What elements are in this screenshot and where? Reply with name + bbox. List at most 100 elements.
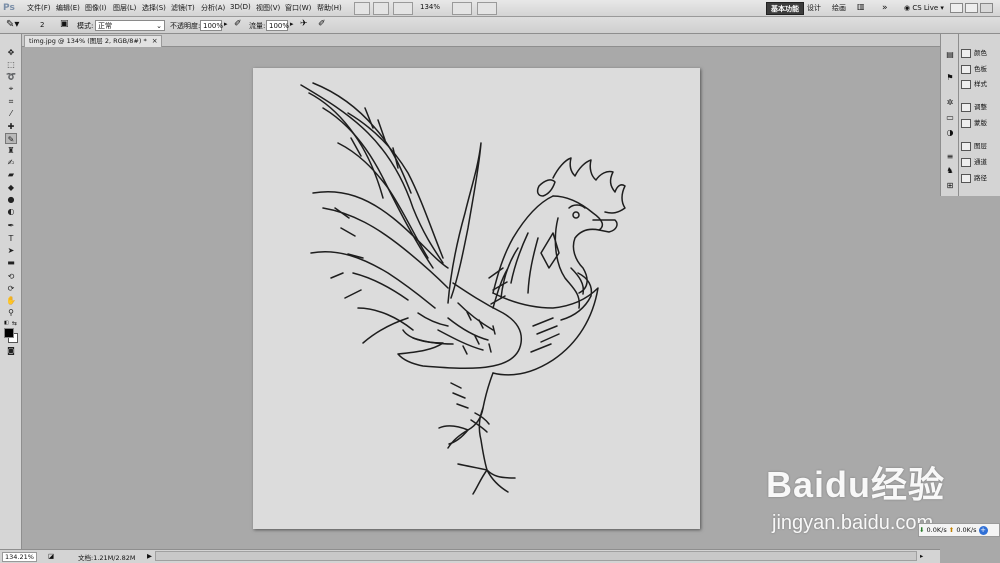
menu-file[interactable]: 文件(F): [27, 3, 51, 13]
brush-size-value[interactable]: 2: [40, 21, 44, 29]
document-tab-bar: timg.jpg @ 134% (图层 2, RGB/8#) * ×: [22, 34, 940, 47]
scroll-right-icon[interactable]: ▸: [920, 552, 923, 560]
info-panel-icon[interactable]: ◑: [944, 127, 956, 138]
pen-tool-icon[interactable]: ✒: [5, 220, 17, 231]
eraser-tool-icon[interactable]: ▰: [5, 169, 17, 180]
menu-help[interactable]: 帮助(H): [317, 3, 342, 13]
document-size-info: 文档:1.21M/2.82M: [78, 554, 136, 562]
menu-select[interactable]: 选择(S): [142, 3, 166, 13]
workspace-essentials[interactable]: 基本功能: [766, 2, 804, 15]
mode-label: 模式:: [77, 22, 94, 30]
panel-styles[interactable]: 样式: [961, 78, 999, 91]
3d-rotate-tool-icon[interactable]: ⟲: [5, 271, 17, 282]
path-selection-tool-icon[interactable]: ➤: [5, 245, 17, 256]
mini-bridge-icon[interactable]: [373, 2, 389, 15]
swatches-panel-icon: [961, 64, 971, 74]
opacity-input[interactable]: 100%: [200, 20, 223, 31]
document-tab[interactable]: timg.jpg @ 134% (图层 2, RGB/8#) * ×: [24, 35, 162, 47]
paths-panel-icon: [961, 173, 971, 183]
brush-panel-icon[interactable]: ▣: [60, 19, 69, 29]
close-icon[interactable]: ×: [151, 37, 159, 45]
menu-image[interactable]: 图像(I): [85, 3, 107, 13]
move-tool-icon[interactable]: ✥: [5, 47, 17, 58]
type-tool-icon[interactable]: T: [5, 233, 17, 244]
zoom-level-dropdown[interactable]: 134%: [420, 3, 440, 11]
workspace-design[interactable]: 设计: [803, 2, 825, 15]
tool-presets-icon[interactable]: ⊞: [944, 180, 956, 191]
eyedropper-tool-icon[interactable]: ⁄: [5, 108, 17, 119]
bridge-icon[interactable]: [354, 2, 370, 15]
menu-filter[interactable]: 滤镜(T): [171, 3, 195, 13]
flow-slider-arrow-icon[interactable]: ▸: [290, 20, 294, 28]
horizontal-scrollbar[interactable]: [155, 551, 917, 561]
menu-layer[interactable]: 图层(L): [113, 3, 136, 13]
healing-brush-tool-icon[interactable]: ✚: [5, 121, 17, 132]
lasso-tool-icon[interactable]: ➰: [5, 71, 17, 82]
minimize-button[interactable]: [950, 3, 963, 13]
workspace-painting[interactable]: 绘画: [828, 2, 850, 15]
more-workspaces-icon[interactable]: »: [878, 2, 892, 15]
flow-input[interactable]: 100%: [266, 20, 289, 31]
marquee-tool-icon[interactable]: ⬚: [5, 59, 17, 70]
pen-pressure-size-icon[interactable]: ✐: [318, 19, 326, 29]
menu-window[interactable]: 窗口(W): [285, 3, 311, 13]
rooster-line-drawing: [300, 82, 626, 495]
dodge-tool-icon[interactable]: ◐: [5, 206, 17, 217]
panel-channels[interactable]: 通道: [961, 156, 999, 169]
hand-tool-icon[interactable]: ✋: [5, 295, 17, 306]
mode-select[interactable]: 正常 ⌄: [95, 20, 165, 31]
panel-color[interactable]: 颜色: [961, 47, 999, 60]
crop-tool-icon[interactable]: ⌗: [5, 96, 17, 107]
history-brush-tool-icon[interactable]: ✍: [5, 157, 17, 168]
menu-3d[interactable]: 3D(D): [230, 3, 251, 11]
menu-analysis[interactable]: 分析(A): [201, 3, 225, 13]
status-bar-icon[interactable]: ◪: [48, 552, 54, 560]
default-colors-icon[interactable]: ◧: [4, 320, 10, 326]
history-panel-icon[interactable]: ▤: [944, 49, 956, 60]
panel-masks[interactable]: 蒙版: [961, 117, 999, 130]
styles-panel-icon: [961, 79, 971, 89]
brush-tool-preset-icon[interactable]: ✎▾: [6, 19, 19, 30]
document-image[interactable]: [253, 68, 700, 529]
3d-orbit-tool-icon[interactable]: ⟳: [5, 283, 17, 294]
clone-stamp-tool-icon[interactable]: ♜: [5, 145, 17, 156]
shape-tool-icon[interactable]: ▬: [5, 257, 17, 268]
panel-swatches[interactable]: 色板: [961, 63, 999, 76]
brush-tool-icon[interactable]: ✎: [5, 133, 17, 144]
cs-live-button[interactable]: ◉ CS Live ▾: [900, 2, 948, 15]
arrange-documents-icon[interactable]: [452, 2, 472, 15]
panel-adjustments[interactable]: 调整: [961, 101, 999, 114]
opacity-label: 不透明度:: [170, 22, 201, 30]
restore-button[interactable]: [965, 3, 978, 13]
foreground-color-swatch[interactable]: [4, 328, 14, 338]
screen-mode-icon[interactable]: [477, 2, 497, 15]
clone-source-icon[interactable]: ▭: [944, 112, 956, 123]
panel-dock: 颜色 色板 样式 调整 蒙版 图层 通道 路径: [958, 34, 1000, 196]
adjustments-panel-icon: [961, 102, 971, 112]
panel-paths[interactable]: 路径: [961, 172, 999, 185]
quick-mask-icon[interactable]: ◙: [5, 345, 17, 356]
zoom-readout[interactable]: 134.21%: [2, 552, 37, 562]
menu-view[interactable]: 视图(V): [256, 3, 280, 13]
paragraph-panel-icon[interactable]: ≡: [944, 151, 956, 162]
zoom-tool-icon[interactable]: ⚲: [5, 307, 17, 318]
swap-colors-icon[interactable]: ⇆: [12, 320, 17, 327]
status-menu-arrow-icon[interactable]: ▶: [147, 552, 152, 560]
quick-selection-tool-icon[interactable]: ⌖: [5, 83, 17, 94]
view-extras-icon[interactable]: [393, 2, 413, 15]
tools-panel: ✥ ⬚ ➰ ⌖ ⌗ ⁄ ✚ ✎ ♜ ✍ ▰ ◆ ● ◐ ✒ T ➤ ▬ ⟲ ⟳ …: [0, 34, 22, 563]
paint-bucket-tool-icon[interactable]: ◆: [5, 182, 17, 193]
airbrush-icon[interactable]: ✈: [300, 19, 308, 29]
close-window-button[interactable]: [980, 3, 993, 13]
panel-layers[interactable]: 图层: [961, 140, 999, 153]
opacity-slider-arrow-icon[interactable]: ▸: [224, 20, 228, 28]
brush-presets-icon[interactable]: ✲: [944, 97, 956, 108]
menu-edit[interactable]: 编辑(E): [56, 3, 80, 13]
blur-tool-icon[interactable]: ●: [5, 194, 17, 205]
add-icon[interactable]: +: [978, 526, 988, 535]
layers-panel-icon: [961, 141, 971, 151]
actions-panel-icon[interactable]: ⚑: [944, 72, 956, 83]
pen-pressure-opacity-icon[interactable]: ✐: [234, 19, 242, 29]
workspace-photography-icon[interactable]: ▥: [857, 2, 871, 15]
character-panel-icon[interactable]: ♞: [944, 165, 956, 176]
